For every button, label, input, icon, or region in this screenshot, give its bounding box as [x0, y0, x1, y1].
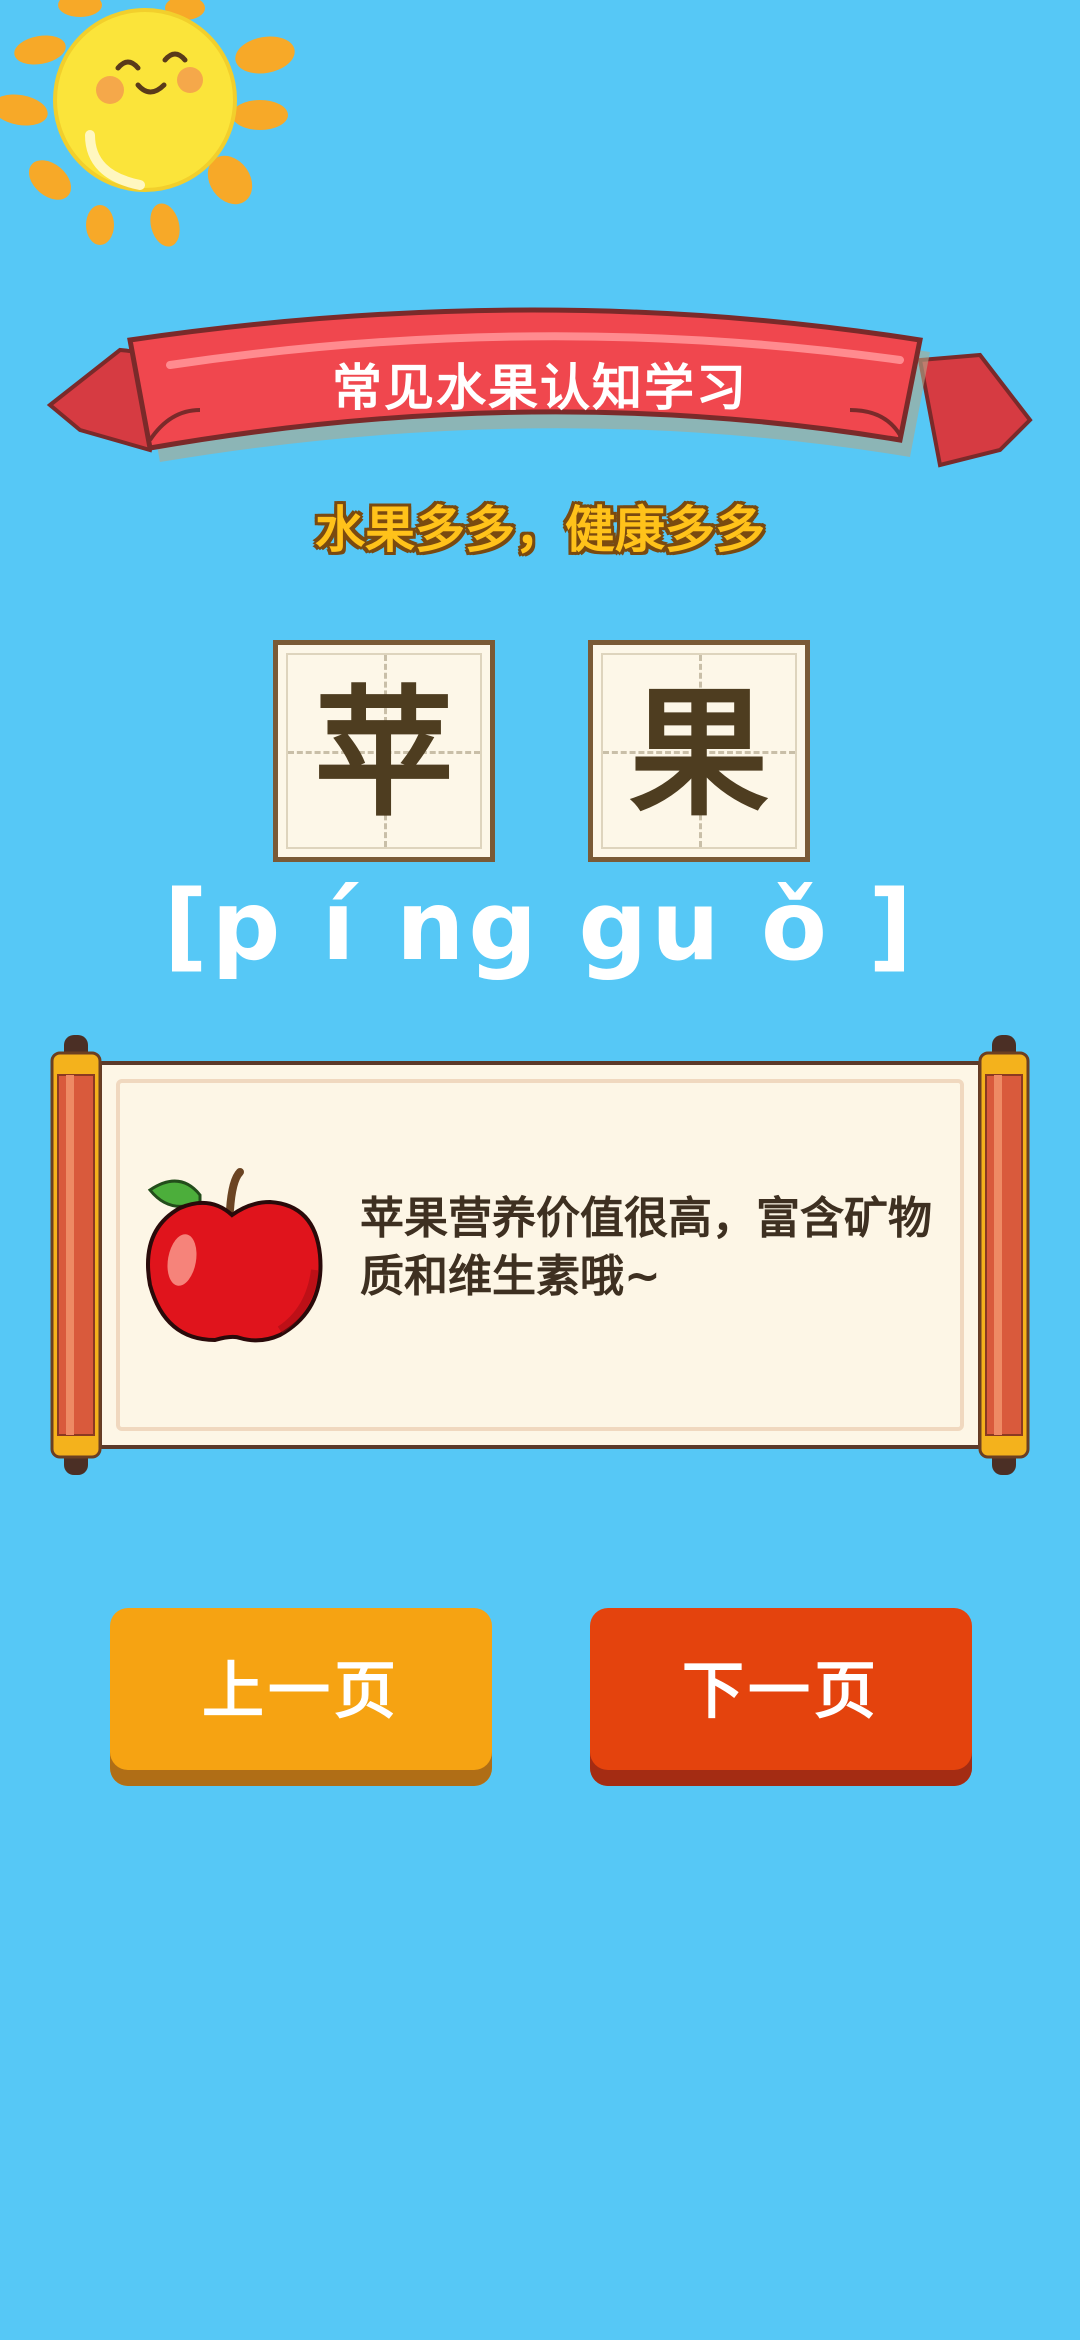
fruit-description: 苹果营养价值很高，富含矿物质和维生素哦~ [360, 1193, 932, 1302]
character: 果 [628, 673, 769, 836]
sun-icon [0, 0, 295, 247]
scroll-roller-icon [50, 1035, 102, 1475]
page: 常见水果认知学习 水果多多，健康多多 苹 果 [p í ng gu ǒ ] 苹果… [0, 0, 1080, 2340]
apple-icon [146, 1168, 323, 1343]
character-box: 果 [588, 640, 810, 862]
prev-page-button[interactable]: 上一页 [110, 1608, 492, 1786]
character: 苹 [313, 673, 454, 836]
character-box: 苹 [273, 640, 495, 862]
pinyin-text: [p í ng gu ǒ ] [163, 870, 917, 982]
prev-page-label: 上一页 [201, 1654, 400, 1727]
next-page-label: 下一页 [681, 1654, 880, 1727]
subtitle: 水果多多，健康多多 [315, 501, 765, 559]
banner-title: 常见水果认知学习 [332, 359, 748, 417]
next-page-button[interactable]: 下一页 [590, 1608, 972, 1786]
scroll-roller-icon [978, 1035, 1030, 1475]
